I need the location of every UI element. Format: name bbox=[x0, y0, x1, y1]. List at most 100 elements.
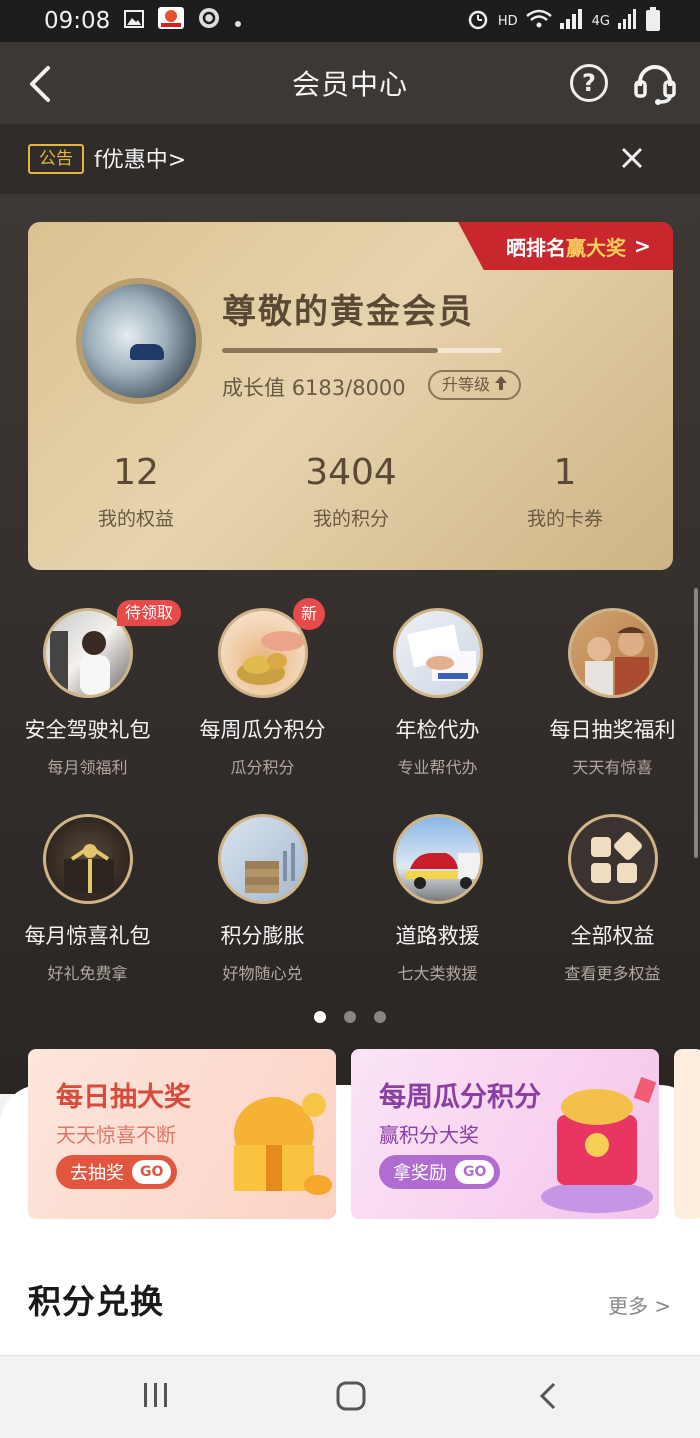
system-navbar bbox=[0, 1355, 700, 1438]
page-dot bbox=[374, 1011, 386, 1023]
ranking-badge[interactable]: 晒排名 赢大奖 > bbox=[458, 222, 673, 270]
people-photo bbox=[567, 608, 658, 698]
dot-icon bbox=[234, 8, 242, 34]
recent-apps-icon bbox=[144, 1383, 167, 1407]
recent-apps-button[interactable] bbox=[142, 1381, 170, 1413]
tow-truck-photo bbox=[392, 814, 483, 904]
page-dot-active bbox=[314, 1011, 326, 1023]
upgrade-label: 升等级 bbox=[442, 375, 491, 394]
stat-coupons[interactable]: 1 我的卡券 bbox=[465, 450, 665, 531]
benefit-road-rescue[interactable]: 道路救援 七大类救援 bbox=[350, 814, 525, 984]
draw-button[interactable]: 去抽奖 GO bbox=[56, 1155, 178, 1189]
benefit-monthly-gift[interactable]: 每月惊喜礼包 好礼免费拿 bbox=[0, 814, 175, 984]
coin-stack-photo bbox=[217, 814, 308, 904]
image-icon bbox=[124, 8, 145, 34]
upgrade-button[interactable]: 升等级 bbox=[428, 370, 522, 400]
section-title: 积分兑换 bbox=[28, 1282, 164, 1321]
benefit-sub: 每月领福利 bbox=[47, 758, 128, 777]
grid-icon bbox=[567, 814, 658, 904]
benefit-sub: 专业帮代办 bbox=[397, 758, 478, 777]
benefit-points-boost[interactable]: 积分膨胀 好物随心兑 bbox=[175, 814, 350, 984]
avatar[interactable] bbox=[76, 278, 202, 404]
headset-icon bbox=[634, 65, 676, 105]
benefit-name: 年检代办 bbox=[395, 718, 480, 742]
stat-value: 12 bbox=[113, 452, 159, 493]
stat-label: 我的积分 bbox=[312, 508, 389, 530]
more-link[interactable]: 更多 > bbox=[608, 1290, 671, 1319]
close-button[interactable] bbox=[620, 146, 644, 174]
benefit-daily-lottery[interactable]: 每日抽奖福利 天天有惊喜 bbox=[525, 608, 700, 778]
system-back-button[interactable] bbox=[538, 1381, 558, 1415]
benefit-name: 每日抽奖福利 bbox=[549, 718, 676, 742]
signal-icon bbox=[559, 9, 584, 33]
gift-photo bbox=[42, 814, 133, 904]
growth-progress-fill bbox=[222, 348, 438, 353]
pending-badge: 待领取 bbox=[117, 600, 182, 626]
stat-benefits[interactable]: 12 我的权益 bbox=[36, 450, 236, 531]
stat-label: 我的卡券 bbox=[526, 508, 603, 530]
help-button[interactable]: ? bbox=[570, 64, 608, 102]
back-icon bbox=[539, 1382, 556, 1410]
benefit-sub: 天天有惊喜 bbox=[572, 758, 653, 777]
banner-weekly-points[interactable]: 每周瓜分积分 赢积分大奖 拿奖励 GO bbox=[351, 1049, 659, 1219]
wifi-icon bbox=[525, 9, 552, 33]
benefit-name: 安全驾驶礼包 bbox=[24, 718, 151, 742]
status-right: HD 4G bbox=[466, 7, 660, 35]
network-type: HD bbox=[497, 13, 518, 29]
stat-label: 我的权益 bbox=[97, 508, 174, 530]
benefit-name: 全部权益 bbox=[570, 924, 655, 948]
go-label: GO bbox=[455, 1160, 495, 1184]
close-icon bbox=[621, 147, 643, 169]
car-image bbox=[130, 344, 164, 360]
banner-subtitle: 赢积分大奖 bbox=[379, 1123, 479, 1147]
back-button[interactable] bbox=[26, 64, 56, 104]
growth-progress-bar bbox=[222, 348, 502, 353]
banner-title: 每日抽大奖 bbox=[56, 1082, 191, 1113]
benefit-name: 积分膨胀 bbox=[220, 924, 305, 948]
page-dot bbox=[344, 1011, 356, 1023]
member-level-title: 尊敬的黄金会员 bbox=[222, 292, 474, 332]
benefit-annual-inspection[interactable]: 年检代办 专业帮代办 bbox=[350, 608, 525, 778]
stat-points[interactable]: 3404 我的积分 bbox=[251, 450, 451, 531]
member-card[interactable]: 晒排名 赢大奖 > 尊敬的黄金会员 成长值 6183/8000 升等级 12 我… bbox=[28, 222, 673, 570]
growth-text: 成长值 6183/8000 bbox=[222, 372, 406, 402]
draw-button-label: 去抽奖 bbox=[70, 1163, 124, 1184]
announcement-text[interactable]: f优惠中> bbox=[94, 142, 186, 174]
benefit-weekly-points[interactable]: 每周瓜分积分 瓜分积分 新 bbox=[175, 598, 350, 778]
home-button[interactable] bbox=[336, 1381, 366, 1415]
reward-button[interactable]: 拿奖励 GO bbox=[379, 1155, 501, 1189]
announcement-bar[interactable]: 公告 f优惠中> bbox=[0, 124, 700, 194]
red-envelope-icon bbox=[541, 1076, 657, 1213]
rank-prefix: 晒排名 bbox=[506, 235, 566, 260]
banner-title: 每周瓜分积分 bbox=[379, 1082, 541, 1113]
page-title: 会员中心 bbox=[291, 68, 408, 101]
status-time: 09:08 bbox=[44, 8, 111, 34]
page-indicator bbox=[314, 1011, 386, 1023]
question-circle-icon: ? bbox=[582, 69, 596, 97]
benefit-safe-driving[interactable]: 安全驾驶礼包 每月领福利 待领取 bbox=[0, 600, 182, 778]
benefit-sub: 查看更多权益 bbox=[564, 964, 661, 983]
reward-button-label: 拿奖励 bbox=[393, 1163, 447, 1184]
banner-daily-draw[interactable]: 每日抽大奖 天天惊喜不断 去抽奖 GO bbox=[28, 1049, 336, 1219]
stat-value: 3404 bbox=[305, 452, 397, 493]
benefit-name: 每月惊喜礼包 bbox=[24, 924, 151, 948]
benefit-sub: 瓜分积分 bbox=[230, 758, 295, 777]
sync-icon bbox=[198, 7, 220, 35]
prize-box-icon bbox=[234, 1093, 332, 1195]
stat-value: 1 bbox=[553, 452, 577, 493]
benefit-sub: 好礼免费拿 bbox=[47, 964, 128, 983]
banner-subtitle: 天天惊喜不断 bbox=[56, 1123, 176, 1147]
alarm-icon bbox=[466, 7, 490, 35]
customer-service-button[interactable] bbox=[634, 62, 676, 106]
benefit-all[interactable]: 全部权益 查看更多权益 bbox=[525, 814, 700, 984]
chevron-right-icon: > bbox=[634, 234, 651, 258]
rank-highlight: 赢大奖 bbox=[566, 235, 626, 260]
growth-value: 6183/8000 bbox=[291, 376, 406, 400]
app-header: 会员中心 ? bbox=[0, 42, 700, 124]
benefit-name: 道路救援 bbox=[395, 924, 480, 948]
benefit-sub: 好物随心兑 bbox=[222, 964, 303, 983]
growth-label: 成长值 bbox=[222, 376, 285, 400]
documents-photo bbox=[392, 608, 483, 698]
arrow-up-icon bbox=[495, 375, 508, 394]
banner-next-peek[interactable] bbox=[674, 1049, 700, 1219]
